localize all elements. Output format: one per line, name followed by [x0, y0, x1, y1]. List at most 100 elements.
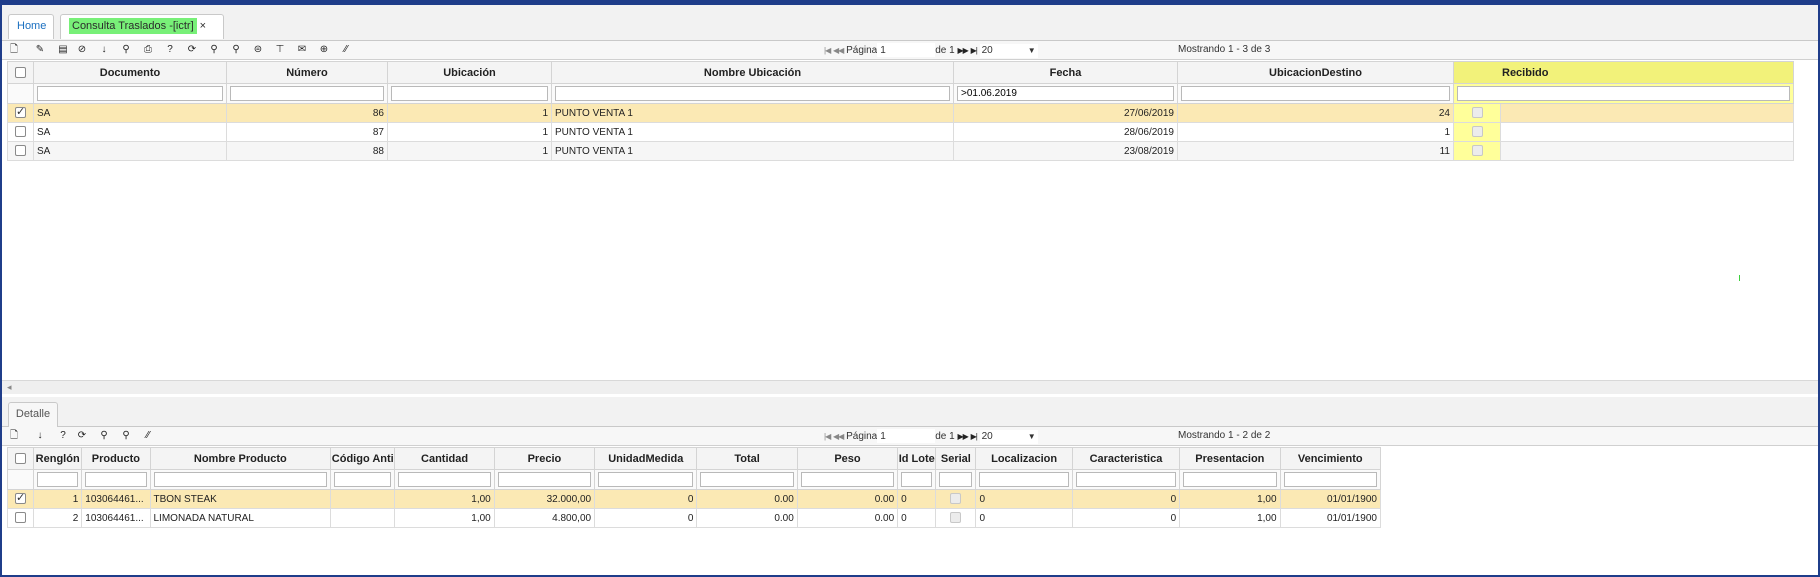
serial-checkbox[interactable]	[950, 512, 962, 524]
last-page-icon[interactable]: ▶|	[971, 46, 978, 55]
serial-checkbox[interactable]	[950, 493, 962, 505]
detail-filter-input-11[interactable]	[979, 472, 1069, 487]
detail-filter-input-0[interactable]	[37, 472, 79, 487]
prev-page-icon[interactable]: ◀◀	[833, 46, 844, 55]
recibido-checkbox[interactable]	[1471, 145, 1483, 157]
page-input[interactable]: 1	[877, 43, 936, 57]
detail-filter-input-7[interactable]	[700, 472, 794, 487]
page-size-select[interactable]: 20 ▼	[979, 44, 1038, 58]
row-checkbox[interactable]	[6, 508, 35, 528]
table-row[interactable]: 2 103064461... LIMONADA NATURAL 1,00 4.800,0…	[6, 508, 1382, 528]
col-unidad-medida[interactable]: UnidadMedida	[594, 447, 698, 470]
tab-detalle[interactable]: Detalle	[8, 402, 58, 427]
row-checkbox[interactable]	[6, 489, 35, 509]
col-renglon[interactable]: Renglón	[33, 447, 83, 470]
pin-icon[interactable]: ⊤	[274, 44, 286, 56]
col-producto[interactable]: Producto	[81, 447, 151, 470]
download-icon[interactable]: ↓	[34, 430, 46, 442]
col-total[interactable]: Total	[696, 447, 798, 470]
filter-input-3[interactable]	[555, 86, 950, 101]
search-icon[interactable]: ⚲	[120, 430, 132, 442]
filter-input-1[interactable]	[230, 86, 384, 101]
checkbox[interactable]	[15, 105, 26, 119]
checkbox[interactable]	[15, 512, 27, 524]
checkbox[interactable]	[15, 126, 26, 138]
detail-filter-input-4[interactable]	[398, 472, 491, 487]
first-page-icon[interactable]: |◀	[824, 432, 831, 441]
filter-input-2[interactable]	[391, 86, 548, 101]
help-icon[interactable]: ?	[57, 430, 69, 442]
master-horizontal-scrollbar[interactable]: ◂	[2, 380, 1818, 394]
page-size-select[interactable]: 20 ▼	[979, 430, 1038, 444]
row-checkbox[interactable]	[7, 141, 34, 161]
recibido-checkbox[interactable]	[1471, 107, 1483, 119]
detail-filter-input-9[interactable]	[901, 472, 933, 487]
detail-filter-input-12[interactable]	[1075, 472, 1177, 487]
detail-filter-input-8[interactable]	[800, 472, 895, 487]
detail-filter-input-2[interactable]	[153, 472, 328, 487]
close-icon[interactable]: ×	[200, 20, 206, 32]
checkbox[interactable]	[15, 145, 26, 157]
cell-serial[interactable]	[935, 508, 977, 528]
refresh-icon[interactable]: ⟳	[186, 44, 198, 56]
cancel-icon[interactable]: ⊘	[76, 44, 88, 56]
detail-filter-input-5[interactable]	[497, 472, 592, 487]
col-serial[interactable]: Serial	[935, 447, 977, 470]
col-localizacion[interactable]: Localizacion	[975, 447, 1073, 470]
next-page-icon[interactable]: ▶▶	[958, 432, 969, 441]
detail-filter-input-14[interactable]	[1283, 472, 1377, 487]
table-row[interactable]: SA861PUNTO VENTA 127/06/201924	[7, 103, 1795, 123]
select-all-checkbox[interactable]	[7, 61, 34, 84]
col-nombre-ubicacion[interactable]: Nombre Ubicación	[551, 61, 954, 84]
row-checkbox[interactable]	[7, 103, 34, 123]
zoom-in-icon[interactable]: ⚲	[208, 44, 220, 56]
help-icon[interactable]: ?	[164, 44, 176, 56]
filter-input-6[interactable]	[1457, 86, 1791, 101]
col-fecha[interactable]: Fecha	[953, 61, 1178, 84]
chevron-down-icon[interactable]: ▼	[1028, 430, 1036, 444]
col-ubicacion[interactable]: Ubicación	[387, 61, 552, 84]
detail-filter-input-3[interactable]	[334, 472, 392, 487]
filter-input-4[interactable]	[957, 86, 1174, 101]
refresh-icon[interactable]: ⟳	[76, 430, 88, 442]
print-icon[interactable]: ⎙	[142, 44, 154, 56]
tab-consulta-traslados[interactable]: Consulta Traslados -[ictr] ×	[60, 14, 224, 39]
download-icon[interactable]: ↓	[98, 44, 110, 56]
prev-page-icon[interactable]: ◀◀	[833, 432, 844, 441]
col-documento[interactable]: Documento	[33, 61, 227, 84]
chevron-down-icon[interactable]: ▼	[1028, 44, 1036, 58]
cell-recibido[interactable]	[1453, 122, 1501, 142]
detail-filter-input-1[interactable]	[85, 472, 147, 487]
mail-icon[interactable]: ✉	[296, 44, 308, 56]
col-vencimiento[interactable]: Vencimiento	[1279, 447, 1382, 470]
filter-input-5[interactable]	[1181, 86, 1450, 101]
col-presentacion[interactable]: Presentacion	[1179, 447, 1281, 470]
detail-filter-input-6[interactable]	[598, 472, 694, 487]
page-input[interactable]: 1	[877, 429, 936, 443]
detail-select-all-checkbox[interactable]	[6, 447, 35, 470]
col-caracteristica[interactable]: Caracteristica	[1071, 447, 1181, 470]
col-numero[interactable]: Número	[226, 61, 388, 84]
col-recibido[interactable]: Recibido	[1452, 61, 1795, 84]
new-doc-icon[interactable]: 🗋	[8, 430, 20, 442]
col-precio[interactable]: Precio	[493, 447, 596, 470]
table-row[interactable]: 1103064461...TBON STEAK1,0032.000,0000.0…	[6, 489, 1382, 509]
table-row[interactable]: SA 87 1 PUNTO VENTA 1 28/06/2019 1	[7, 122, 1795, 142]
search-icon[interactable]: ⚲	[120, 44, 132, 56]
zoom-in-icon[interactable]: ⚲	[98, 430, 110, 442]
scroll-left-icon[interactable]: ◂	[7, 382, 12, 393]
cell-recibido[interactable]	[1453, 141, 1501, 161]
checkbox[interactable]	[15, 491, 27, 505]
next-page-icon[interactable]: ▶▶	[958, 46, 969, 55]
col-ubicacion-destino[interactable]: UbicacionDestino	[1177, 61, 1454, 84]
comment-icon[interactable]: ⊜	[252, 44, 264, 56]
col-codigo-anti[interactable]: Código Anti	[330, 447, 396, 470]
save-icon[interactable]: ▤	[57, 44, 69, 56]
filter-input-0[interactable]	[37, 86, 223, 101]
resize-icon[interactable]: ⁄⁄	[142, 430, 154, 442]
table-row[interactable]: SA 88 1 PUNTO VENTA 1 23/08/2019 11	[7, 141, 1795, 161]
row-checkbox[interactable]	[7, 122, 34, 142]
detail-filter-input-10[interactable]	[939, 472, 973, 487]
col-nombre-producto[interactable]: Nombre Producto	[149, 447, 332, 470]
cell-recibido[interactable]	[1453, 103, 1501, 123]
